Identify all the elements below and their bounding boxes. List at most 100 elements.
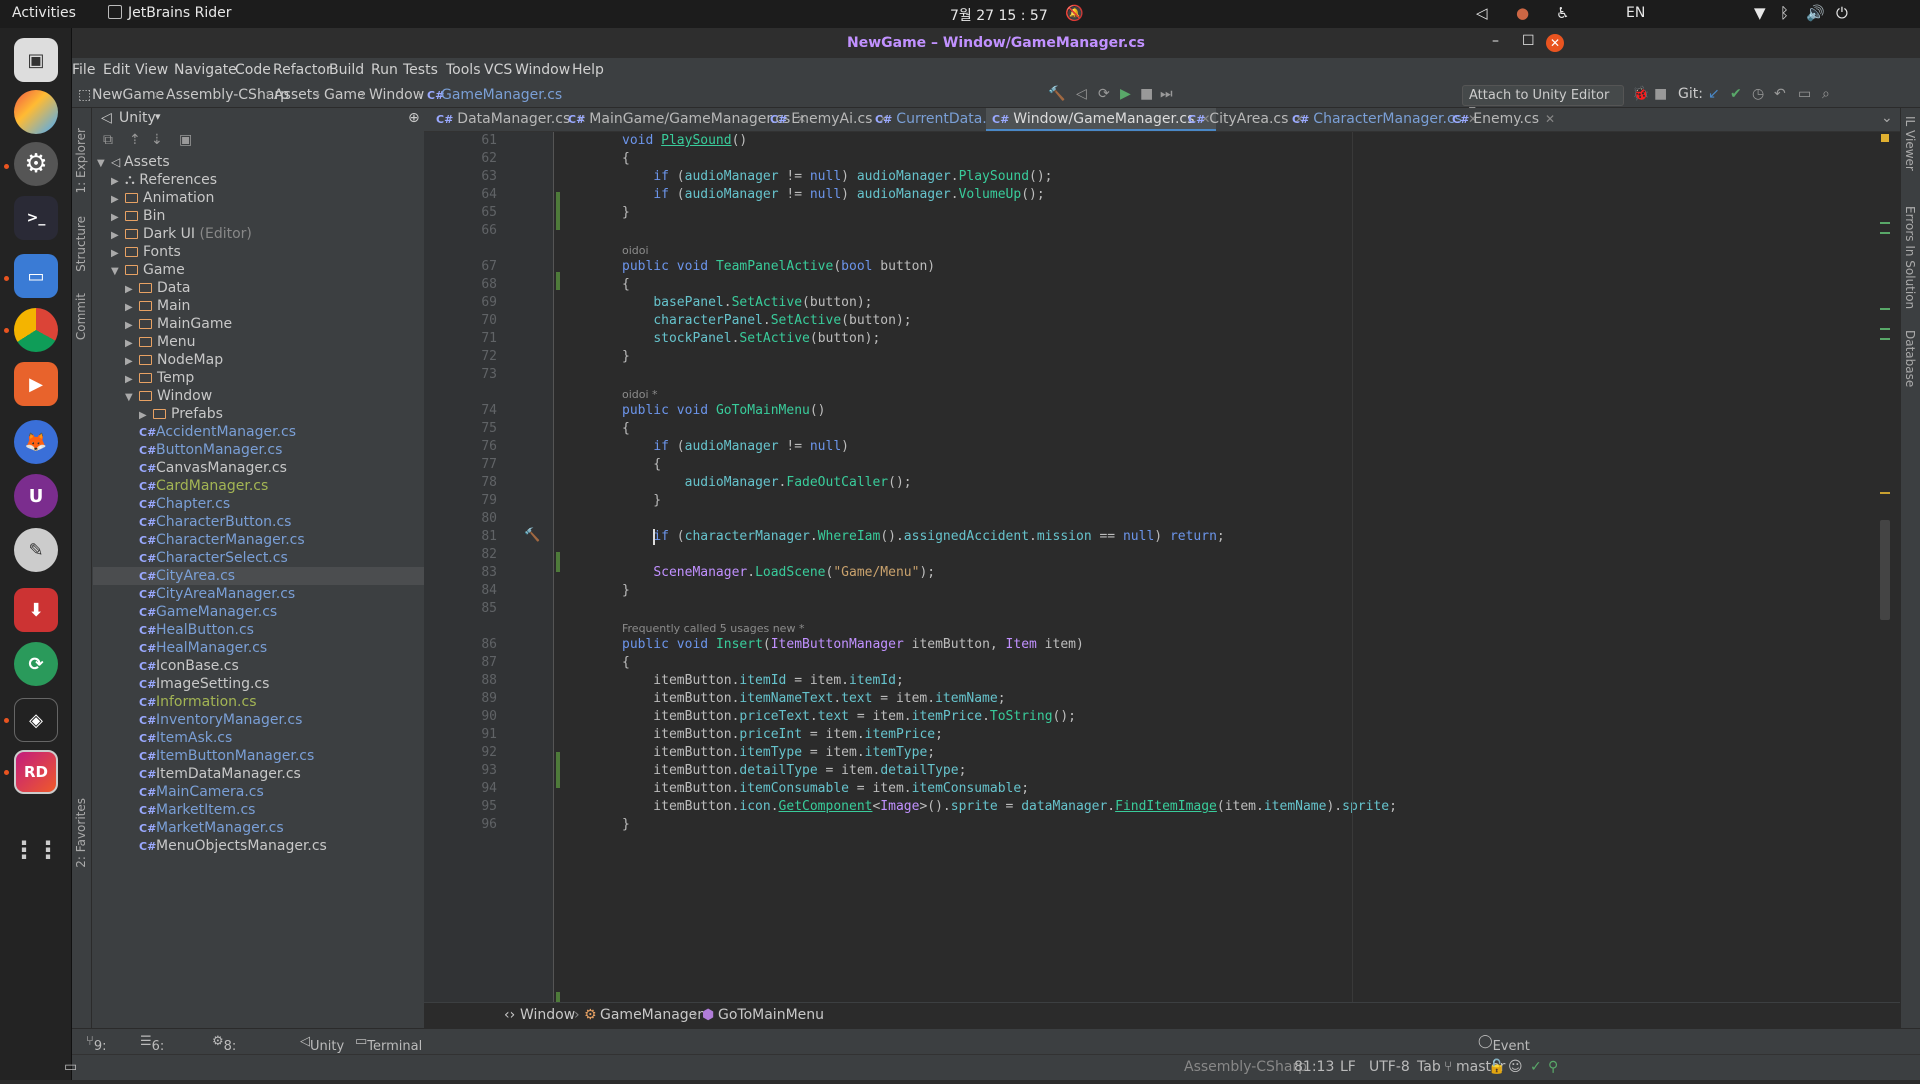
code-line[interactable]: if (audioManager != null) audioManager.P…	[622, 169, 1052, 184]
todo-tab[interactable]: ☰ 6: TODO	[140, 1034, 190, 1069]
layout-icon[interactable]: ▭	[1798, 86, 1811, 102]
il-viewer-side-tab[interactable]: IL Viewer	[1903, 116, 1917, 171]
chevron-down-icon[interactable]: ▾	[155, 110, 161, 123]
build-hammer-icon[interactable]: 🔨	[1048, 86, 1065, 102]
fox-app-icon[interactable]: 🦊	[14, 420, 58, 464]
menu-help[interactable]: Help	[572, 62, 604, 78]
nav-crumb-file[interactable]: GameManager.cs	[441, 87, 562, 103]
accessibility-icon[interactable]: ♿	[1556, 4, 1569, 22]
color-picker-icon[interactable]	[14, 90, 58, 134]
menu-tests[interactable]: Tests	[403, 62, 438, 78]
app-menu[interactable]: JetBrains Rider	[108, 5, 232, 21]
wifi-icon[interactable]: ▼	[1754, 4, 1766, 22]
settings-gear-icon[interactable]: ⚙	[14, 142, 58, 186]
menu-window[interactable]: Window	[515, 62, 570, 78]
media-player-icon[interactable]: ▶	[14, 362, 58, 406]
git-tab[interactable]: ⑂ 9: Git	[86, 1034, 113, 1069]
search-icon[interactable]: ⌕	[1822, 86, 1830, 102]
power-icon[interactable]: ⏻	[1836, 4, 1848, 22]
step-icon[interactable]: ⏭	[1160, 86, 1173, 102]
explorer-title[interactable]: Unity	[119, 110, 156, 126]
codevision-hint[interactable]: oidoi	[622, 244, 649, 257]
menu-run[interactable]: Run	[371, 62, 398, 78]
nav-crumb-window[interactable]: Window	[369, 87, 424, 103]
close-icon[interactable]: ✕	[1546, 34, 1564, 52]
refresh-icon[interactable]: ⟳	[1098, 86, 1110, 102]
show-apps-icon[interactable]: ⋮⋮	[12, 828, 60, 872]
code-line[interactable]: itemButton.itemConsumable = item.itemCon…	[622, 781, 1029, 796]
code-line[interactable]: {	[622, 655, 630, 670]
menu-navigate[interactable]: Navigate	[174, 62, 237, 78]
code-line[interactable]: if (characterManager.WhereIam().assigned…	[622, 529, 1225, 545]
rider-dock-icon[interactable]: RD	[14, 750, 58, 794]
code-crumb-class[interactable]: GameManager	[600, 1007, 703, 1023]
draw-app-icon[interactable]: ✎	[14, 528, 58, 572]
code-line[interactable]: {	[622, 457, 661, 472]
minimize-icon[interactable]: –	[1492, 33, 1499, 49]
lock-icon[interactable]: 🔓	[1488, 1059, 1505, 1075]
favorites-side-tab[interactable]: 2: Favorites	[74, 798, 88, 868]
codevision-hint[interactable]: oidoi *	[622, 388, 658, 401]
share-icon[interactable]: ◁	[1476, 4, 1488, 22]
code-line[interactable]: audioManager.FadeOutCaller();	[622, 475, 912, 490]
terminal-icon[interactable]: >_	[14, 196, 58, 240]
installer-icon[interactable]: ⬇	[14, 588, 58, 632]
menu-view[interactable]: View	[135, 62, 168, 78]
code-line[interactable]: itemButton.itemType = item.itemType;	[622, 745, 935, 760]
vcs-change-marker[interactable]	[556, 992, 560, 1002]
code-line[interactable]: public void GoToMainMenu()	[622, 403, 826, 418]
git-rollback-icon[interactable]: ↶	[1774, 86, 1786, 102]
menu-tools[interactable]: Tools	[446, 62, 481, 78]
vcs-change-marker[interactable]	[556, 752, 560, 788]
unit-tests-tab[interactable]: ⚙ 8: Unit Tests	[212, 1034, 256, 1084]
warning-marker[interactable]	[1881, 134, 1889, 142]
volume-icon[interactable]: 🔊	[1806, 4, 1825, 22]
vcs-change-marker[interactable]	[556, 272, 560, 290]
status-toggle-icon[interactable]: ▭	[64, 1059, 77, 1075]
code-line[interactable]: characterPanel.SetActive(button);	[622, 313, 911, 328]
screenshot-app-icon[interactable]: ▣	[14, 38, 58, 82]
commit-side-tab[interactable]: Commit	[74, 293, 88, 340]
code-line[interactable]: if (audioManager != null) audioManager.V…	[622, 187, 1044, 202]
scope-icon[interactable]: ⧉	[103, 132, 113, 148]
code-line[interactable]: itemButton.itemNameText.text = item.item…	[622, 691, 1005, 706]
status-project[interactable]: Assembly-CSharp	[1184, 1059, 1307, 1075]
code-line[interactable]: }	[622, 817, 630, 832]
files-icon[interactable]: ▭	[14, 254, 58, 298]
menu-file[interactable]: File	[72, 62, 95, 78]
tabs-overflow-icon[interactable]: ⌄	[1881, 110, 1893, 126]
status-indent[interactable]: Tab	[1417, 1059, 1441, 1075]
status-encoding[interactable]: UTF-8	[1369, 1059, 1410, 1075]
code-line[interactable]: basePanel.SetActive(button);	[622, 295, 872, 310]
preview-icon[interactable]: ▣	[179, 132, 192, 148]
code-line[interactable]: stockPanel.SetActive(button);	[622, 331, 880, 346]
code-line[interactable]: {	[622, 151, 630, 166]
code-crumb-method[interactable]: GoToMainMenu	[718, 1007, 824, 1023]
ok-icon[interactable]: ✓	[1530, 1059, 1542, 1075]
expand-all-icon[interactable]: ⇡	[129, 132, 141, 148]
code-line[interactable]: }	[622, 583, 630, 598]
vcs-change-marker[interactable]	[556, 192, 560, 230]
errors-side-tab[interactable]: Errors In Solution	[1903, 206, 1917, 309]
unity-editor-icon[interactable]: ◈	[14, 698, 58, 742]
code-line[interactable]: public void Insert(ItemButtonManager ite…	[622, 637, 1084, 652]
code-line[interactable]: {	[622, 277, 630, 292]
code-line[interactable]: itemButton.icon.GetComponent<Image>().sp…	[622, 799, 1397, 814]
color-icon[interactable]: ●	[1516, 4, 1529, 22]
editor-tab[interactable]: C# Enemy.cs ✕	[1446, 108, 1561, 131]
run-icon[interactable]: ▶	[1120, 86, 1131, 102]
stop-icon[interactable]: ■	[1140, 86, 1153, 102]
code-crumb-namespace[interactable]: Window	[520, 1007, 575, 1023]
code-line[interactable]: itemButton.priceInt = item.itemPrice;	[622, 727, 943, 742]
unity-tab[interactable]: ◁ Unity	[300, 1034, 344, 1054]
menu-vcs[interactable]: VCS	[484, 62, 512, 78]
code-line[interactable]: {	[622, 421, 630, 436]
collapse-all-icon[interactable]: ⇣	[151, 132, 163, 148]
unity-sync-icon[interactable]: ◁	[1076, 86, 1087, 102]
clock[interactable]: 7월 27 15 : 57	[950, 5, 1048, 25]
stop-debug-icon[interactable]: ■	[1654, 86, 1667, 102]
nav-crumb-assets[interactable]: Assets	[274, 87, 320, 103]
unity-hub-icon[interactable]: U	[14, 474, 58, 518]
code-area[interactable]: void PlaySound() { if (audioManager != nu…	[424, 132, 1900, 1002]
database-side-tab[interactable]: Database	[1903, 330, 1917, 387]
